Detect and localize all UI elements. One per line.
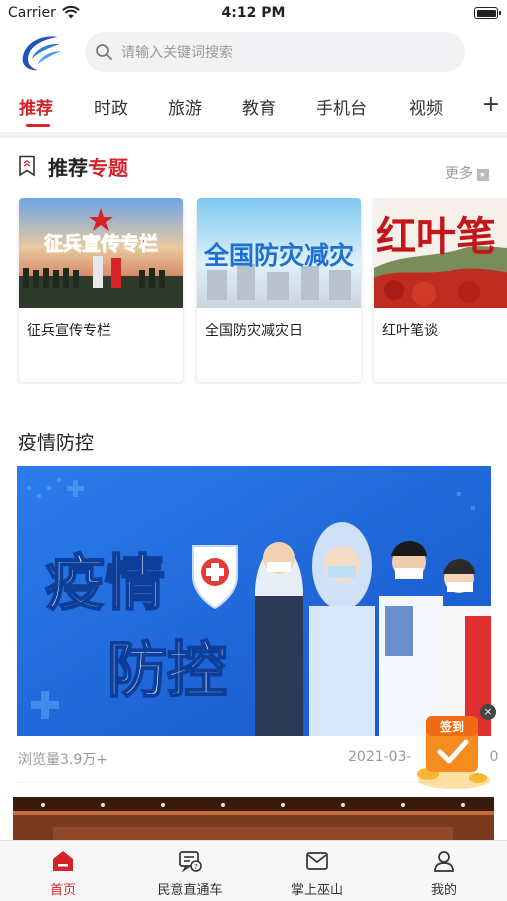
- banner-text-line2: 防控: [107, 636, 227, 706]
- tab-politics[interactable]: 时政: [94, 94, 128, 119]
- svg-text:?: ?: [194, 863, 198, 871]
- search-icon: [96, 44, 112, 60]
- tab-recommend[interactable]: 推荐: [19, 94, 53, 119]
- bookmark-icon: [19, 155, 35, 177]
- topic-image-conscription: 征兵宣传专栏: [19, 198, 183, 308]
- topic-image-disaster-prevention: 全国防灾减灾: [197, 198, 361, 308]
- app-logo[interactable]: [18, 32, 64, 74]
- nav-home[interactable]: 首页: [0, 841, 126, 901]
- tab-mobile-tv[interactable]: 手机台: [316, 94, 367, 119]
- home-icon: [53, 851, 73, 871]
- epidemic-banner[interactable]: 疫情 防控: [17, 466, 491, 736]
- nav-label: 民意直通车: [157, 883, 223, 898]
- topic-image-red-leaf: 红叶笔: [374, 198, 507, 308]
- bottom-nav: 首页 ? 民意直通车 掌上巫山 我的: [0, 840, 507, 901]
- user-icon: [434, 851, 454, 872]
- epidemic-section-title: 疫情防控: [18, 432, 95, 454]
- view-count: 浏览量3.9万+: [18, 752, 108, 768]
- sign-in-button[interactable]: 签到: [408, 712, 494, 792]
- topic-card-disaster-prevention[interactable]: 全国防灾减灾 全国防灾减灾日: [197, 198, 361, 382]
- topic-image-text: 全国防灾减灾: [203, 241, 354, 270]
- topic-image-text: 红叶笔: [376, 214, 496, 260]
- nav-public-opinion[interactable]: ? 民意直通车: [127, 841, 253, 901]
- header: [0, 30, 507, 76]
- more-link[interactable]: 更多 ▸: [445, 163, 489, 183]
- clock: 4:12 PM: [221, 5, 286, 21]
- nav-label: 首页: [49, 883, 76, 898]
- add-tab-button[interactable]: +: [482, 92, 500, 117]
- tab-video[interactable]: 视频: [409, 94, 443, 119]
- tab-travel[interactable]: 旅游: [168, 94, 202, 119]
- active-tab-indicator: [26, 124, 50, 127]
- battery-icon: [474, 7, 501, 19]
- nav-label: 掌上巫山: [290, 883, 343, 898]
- nav-wushan[interactable]: 掌上巫山: [254, 841, 380, 901]
- divider: [0, 132, 507, 138]
- status-bar: Carrier 4:12 PM: [0, 0, 507, 28]
- message-icon: ?: [179, 851, 202, 873]
- category-tabs: 推荐 时政 旅游 教育 手机台 视频 +: [0, 84, 507, 130]
- topic-carousel[interactable]: 征兵宣传专栏 征兵宣传专栏 全国防灾减灾 全国防灾减灾日 红叶笔 红叶笔谈: [0, 198, 507, 384]
- topic-caption: 全国防灾减灾日: [205, 323, 303, 339]
- more-arrow-icon: ▸: [477, 169, 489, 181]
- search-bar[interactable]: [85, 32, 465, 74]
- topic-card-conscription[interactable]: 征兵宣传专栏 征兵宣传专栏: [19, 198, 183, 382]
- mail-icon: [306, 852, 328, 870]
- topic-card-red-leaf[interactable]: 红叶笔 红叶笔谈: [374, 198, 507, 382]
- nav-label: 我的: [430, 883, 457, 898]
- tab-education[interactable]: 教育: [242, 94, 276, 119]
- banner-text-line1: 疫情: [45, 549, 165, 619]
- topic-caption: 征兵宣传专栏: [27, 323, 111, 339]
- nav-profile[interactable]: 我的: [381, 841, 507, 901]
- topic-caption: 红叶笔谈: [382, 323, 438, 339]
- sign-in-label: 签到: [439, 719, 464, 734]
- topic-image-text: 征兵宣传专栏: [44, 232, 158, 255]
- topics-title: 推荐专题: [48, 156, 128, 180]
- search-input[interactable]: [119, 32, 453, 74]
